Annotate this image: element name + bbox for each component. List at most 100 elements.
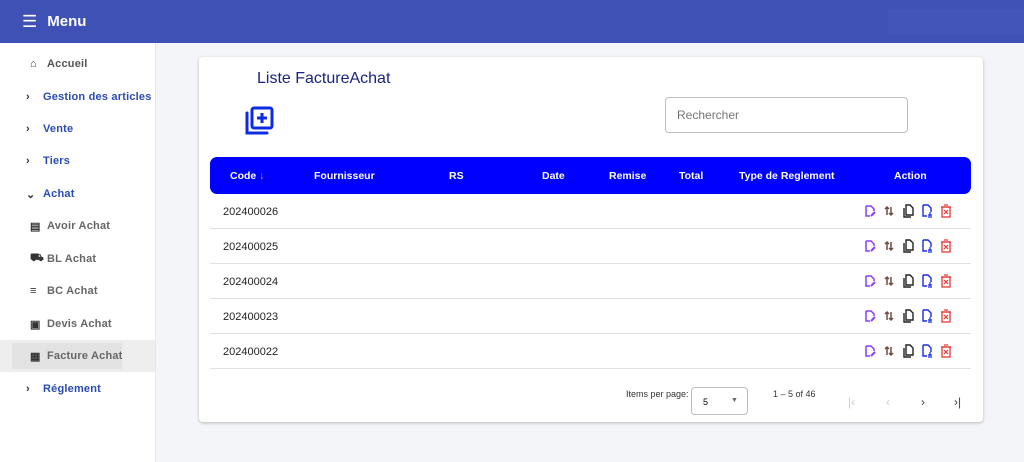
- sidebar-item-bc-achat[interactable]: ≡ BC Achat: [0, 275, 155, 307]
- table-header: Code ↓ Fournisseur RS Date Remise Total …: [210, 157, 971, 194]
- label: Gestion des articles: [43, 91, 152, 103]
- first-page-button[interactable]: |‹: [848, 395, 855, 409]
- sidebar-item-facture-achat[interactable]: ▦ Facture Achat: [0, 340, 155, 372]
- sidebar-item-bl-achat[interactable]: ⛟ BL Achat: [0, 243, 155, 275]
- column-header-fournisseur: Fournisseur: [314, 170, 375, 182]
- truck-icon: ⛟: [30, 252, 45, 264]
- copy-icon[interactable]: [901, 274, 915, 288]
- delete-icon[interactable]: [939, 344, 953, 358]
- column-header-date: Date: [542, 170, 565, 182]
- home-icon: ⌂: [30, 58, 37, 70]
- page-title: Liste FactureAchat: [257, 70, 391, 87]
- table-row[interactable]: 202400024: [210, 264, 971, 299]
- label: Devis Achat: [47, 318, 112, 330]
- table-row[interactable]: 202400025: [210, 229, 971, 264]
- receipt-icon: ▤: [30, 220, 41, 233]
- search-input[interactable]: [665, 97, 908, 133]
- chevron-down-icon: ⌄: [26, 188, 36, 201]
- last-page-button[interactable]: ›|: [954, 395, 961, 409]
- menu-title: Menu: [47, 13, 87, 30]
- row-actions: [863, 274, 953, 288]
- page-size-select[interactable]: 5 ▼: [691, 387, 748, 415]
- column-header-rs: RS: [449, 170, 464, 182]
- row-actions: [863, 239, 953, 253]
- delete-icon[interactable]: [939, 309, 953, 323]
- table-row[interactable]: 202400023: [210, 299, 971, 334]
- list-card: Liste FactureAchat Code ↓ Fournisseur RS…: [199, 57, 983, 422]
- sidebar-item-tiers[interactable]: › Tiers: [0, 145, 155, 177]
- label: Réglement: [43, 383, 102, 395]
- column-header-type-reglement: Type de Reglement: [739, 170, 835, 182]
- dropdown-arrow-icon: ▼: [731, 397, 738, 404]
- column-header-action: Action: [894, 170, 927, 182]
- edit-icon[interactable]: [863, 204, 877, 218]
- page-range: 1 – 5 of 46: [773, 389, 816, 399]
- sidebar-item-achat[interactable]: ⌄ Achat: [0, 178, 155, 210]
- download-file-icon[interactable]: [920, 274, 934, 288]
- copy-icon[interactable]: [901, 239, 915, 253]
- code-cell: 202400022: [223, 346, 279, 358]
- sidebar-item-accueil[interactable]: ⌂ Accueil: [0, 48, 155, 80]
- label: BC Achat: [47, 285, 98, 297]
- row-actions: [863, 344, 953, 358]
- label: Facture Achat: [47, 350, 123, 362]
- transfer-icon[interactable]: [882, 344, 896, 358]
- table-row[interactable]: 202400022: [210, 334, 971, 369]
- code-cell: 202400025: [223, 241, 279, 253]
- label: Code: [230, 170, 257, 182]
- edit-icon[interactable]: [863, 309, 877, 323]
- chevron-right-icon: ›: [26, 383, 30, 395]
- header-box: [888, 9, 1024, 35]
- chevron-right-icon: ›: [26, 123, 30, 135]
- column-header-total: Total: [679, 170, 704, 182]
- code-cell: 202400026: [223, 206, 279, 218]
- sidebar-item-vente[interactable]: › Vente: [0, 113, 155, 145]
- column-header-remise: Remise: [609, 170, 647, 182]
- edit-icon[interactable]: [863, 274, 877, 288]
- transfer-icon[interactable]: [882, 204, 896, 218]
- add-icon[interactable]: [243, 105, 275, 137]
- code-cell: 202400023: [223, 311, 279, 323]
- sort-arrow-icon: ↓: [259, 170, 265, 182]
- next-page-button[interactable]: ›: [921, 395, 925, 409]
- list-upload-icon: ≡: [30, 285, 37, 297]
- page-size-value: 5: [703, 397, 709, 407]
- delete-icon[interactable]: [939, 274, 953, 288]
- top-bar: ☰ Menu: [0, 0, 1024, 43]
- label: Vente: [43, 123, 74, 135]
- code-cell: 202400024: [223, 276, 279, 288]
- label: Accueil: [47, 58, 88, 70]
- label: Tiers: [43, 155, 71, 167]
- download-file-icon[interactable]: [920, 344, 934, 358]
- sidebar-item-avoir-achat[interactable]: ▤ Avoir Achat: [0, 210, 155, 242]
- table-row[interactable]: 202400026: [210, 194, 971, 229]
- column-header-code[interactable]: Code ↓: [230, 170, 264, 182]
- delete-icon[interactable]: [939, 204, 953, 218]
- sidebar-item-gestion-articles[interactable]: › Gestion des articles: [0, 81, 155, 113]
- label: BL Achat: [47, 253, 97, 265]
- hamburger-icon[interactable]: ☰: [22, 12, 37, 32]
- transfer-icon[interactable]: [882, 309, 896, 323]
- sidebar-item-reglement[interactable]: › Réglement: [0, 373, 155, 405]
- download-file-icon[interactable]: [920, 239, 934, 253]
- copy-icon[interactable]: [901, 204, 915, 218]
- download-file-icon[interactable]: [920, 309, 934, 323]
- chevron-right-icon: ›: [26, 91, 30, 103]
- transfer-icon[interactable]: [882, 274, 896, 288]
- delete-icon[interactable]: [939, 239, 953, 253]
- copy-icon[interactable]: [901, 344, 915, 358]
- label: Avoir Achat: [47, 220, 111, 232]
- document-icon: ▣: [30, 318, 41, 331]
- sidebar: ⌂ Accueil › Gestion des articles › Vente › T…: [0, 43, 156, 462]
- chevron-right-icon: ›: [26, 155, 30, 167]
- transfer-icon[interactable]: [882, 239, 896, 253]
- edit-icon[interactable]: [863, 344, 877, 358]
- label: Achat: [43, 188, 75, 200]
- copy-icon[interactable]: [901, 309, 915, 323]
- sidebar-item-devis-achat[interactable]: ▣ Devis Achat: [0, 308, 155, 340]
- row-actions: [863, 204, 953, 218]
- edit-icon[interactable]: [863, 239, 877, 253]
- download-file-icon[interactable]: [920, 204, 934, 218]
- previous-page-button[interactable]: ‹: [886, 395, 890, 409]
- invoice-icon: ▦: [30, 350, 41, 363]
